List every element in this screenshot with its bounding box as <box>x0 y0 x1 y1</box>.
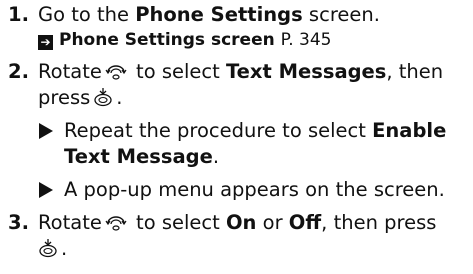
interface-dial-rotate-icon <box>105 65 127 80</box>
emphasis: Phone Settings <box>135 3 303 26</box>
interface-dial-rotate-icon <box>105 216 127 231</box>
step-text: Rotate to select On or Off, then press. <box>38 211 437 260</box>
interface-dial-press-icon <box>39 239 57 258</box>
step-number: 3. <box>8 211 29 234</box>
step-2: 2. Rotate to select Text Messages, then … <box>0 59 473 203</box>
arrow-right-box-icon: ➔ <box>38 35 53 50</box>
interface-dial-press-icon <box>94 88 112 107</box>
triangle-bullet-icon <box>39 182 53 198</box>
step-number: 2. <box>8 60 29 83</box>
substep-2: A pop-up menu appears on the screen. <box>38 177 469 203</box>
emphasis: Off <box>288 211 322 234</box>
emphasis: On <box>225 211 257 234</box>
triangle-bullet-icon <box>39 123 53 139</box>
instruction-list: 1. Go to the Phone Settings screen. ➔ Pho… <box>0 2 473 262</box>
reference-page: P. 345 <box>280 30 332 50</box>
reference-title: Phone Settings screen <box>59 30 275 50</box>
step-1: 1. Go to the Phone Settings screen. <box>0 2 473 28</box>
step-text: Go to the Phone Settings screen. <box>38 3 380 26</box>
emphasis: Text Messages <box>225 60 387 83</box>
step-number: 1. <box>8 3 29 26</box>
substep-1: Repeat the procedure to select Enable Te… <box>38 118 469 170</box>
step-text: Rotate to select Text Messages, then pre… <box>38 60 444 109</box>
page-reference[interactable]: ➔ Phone Settings screen P. 345 <box>38 28 473 52</box>
step-3: 3. Rotate to select On or Off, then pres… <box>0 210 473 262</box>
